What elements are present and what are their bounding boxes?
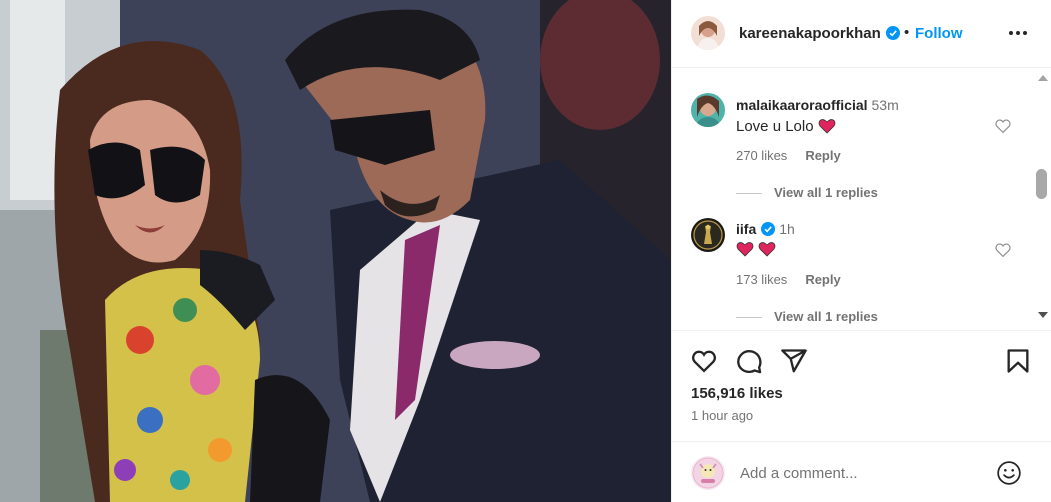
scroll-up-arrow-icon[interactable] <box>1038 75 1048 81</box>
comment-text-body: Love u Lolo <box>736 118 814 135</box>
comment-time: 53m <box>871 97 899 113</box>
post-header: kareenakapoorkhan • Follow <box>672 0 1051 68</box>
scroll-down-arrow-icon[interactable] <box>1038 312 1048 318</box>
bookmark-icon[interactable] <box>1004 347 1032 375</box>
comment-time: 1h <box>779 221 795 237</box>
follow-separator: • <box>904 24 910 41</box>
comment-like-count[interactable]: 270 likes <box>736 148 787 163</box>
share-icon[interactable] <box>780 347 808 375</box>
more-options-icon[interactable] <box>1006 23 1030 43</box>
view-replies-button[interactable]: View all 1 replies <box>736 309 878 324</box>
photo-illustration <box>0 0 671 502</box>
comments-scrollbar[interactable] <box>1034 69 1051 329</box>
commenter-username-text[interactable]: iifa <box>736 221 756 237</box>
comments-list[interactable]: malaikaaroraofficial 53m Love u Lolo 270 … <box>672 69 1034 329</box>
follow-button[interactable]: Follow <box>915 25 963 42</box>
replies-line <box>736 193 762 195</box>
post-actions: 156,916 likes 1 hour ago <box>672 330 1051 440</box>
comment-heart-icon[interactable] <box>994 241 1012 259</box>
comment-text <box>736 241 776 258</box>
post-photo <box>0 0 671 502</box>
comment-meta: 270 likes Reply <box>736 148 841 163</box>
author-username-text[interactable]: kareenakapoorkhan <box>739 25 881 42</box>
replies-line <box>736 317 762 319</box>
post-side-panel: kareenakapoorkhan • Follow malaikaarorao… <box>671 0 1051 502</box>
verified-badge-icon <box>885 26 900 40</box>
heart-icon[interactable] <box>690 347 718 375</box>
scrollbar-thumb[interactable] <box>1036 169 1047 199</box>
commenter-avatar[interactable] <box>691 93 725 127</box>
comment-like-count[interactable]: 173 likes <box>736 272 787 287</box>
author-username[interactable]: kareenakapoorkhan <box>739 25 900 42</box>
post-timestamp[interactable]: 1 hour ago <box>691 408 753 423</box>
comment-heart-icon[interactable] <box>994 117 1012 135</box>
commenter-username[interactable]: malaikaaroraofficial 53m <box>736 97 899 113</box>
comment-icon[interactable] <box>735 347 763 375</box>
view-replies-button[interactable]: View all 1 replies <box>736 185 878 200</box>
comment-composer <box>672 441 1051 502</box>
reply-button[interactable]: Reply <box>805 272 840 287</box>
like-count[interactable]: 156,916 likes <box>691 385 783 402</box>
current-user-avatar <box>691 456 725 490</box>
red-heart-emoji-icon <box>736 242 754 257</box>
red-heart-emoji-icon <box>758 242 776 257</box>
red-heart-emoji-icon <box>818 119 835 134</box>
commenter-username[interactable]: iifa 1h <box>736 221 795 237</box>
comment-input[interactable] <box>740 462 990 484</box>
comment-text: Love u Lolo <box>736 118 836 135</box>
author-avatar[interactable] <box>691 16 725 50</box>
commenter-username-text[interactable]: malaikaaroraofficial <box>736 97 868 113</box>
comment-meta: 173 likes Reply <box>736 272 841 287</box>
verified-badge-icon <box>761 222 776 236</box>
view-replies-label[interactable]: View all 1 replies <box>774 309 878 324</box>
view-replies-label[interactable]: View all 1 replies <box>774 185 878 200</box>
emoji-icon[interactable] <box>996 460 1022 486</box>
reply-button[interactable]: Reply <box>805 148 840 163</box>
commenter-avatar[interactable] <box>691 218 725 252</box>
